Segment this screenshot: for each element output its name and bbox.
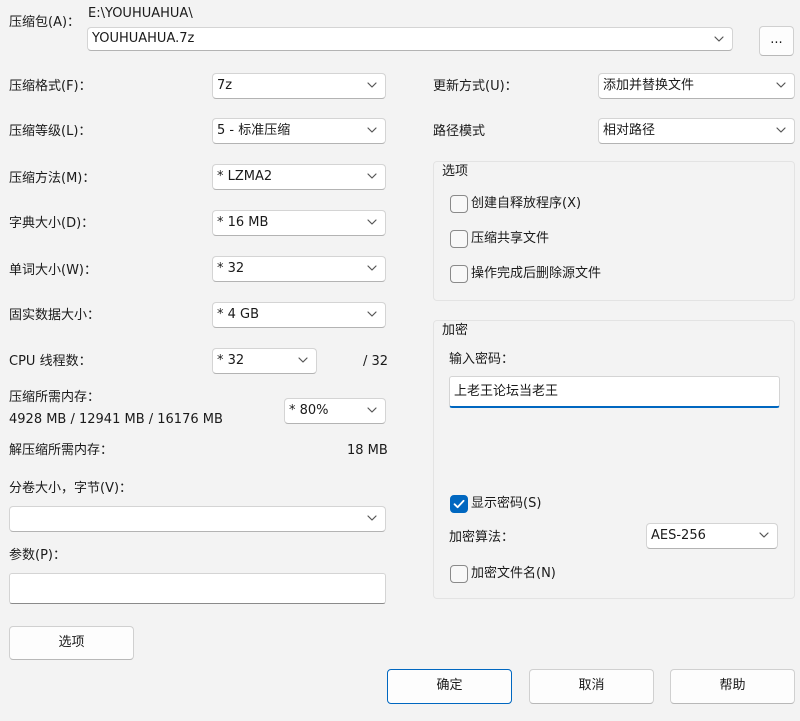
chevron-down-icon[interactable] xyxy=(367,82,377,88)
checkmark-icon xyxy=(453,499,465,509)
chevron-down-icon[interactable] xyxy=(367,311,377,317)
password-label: 输入密码： xyxy=(449,352,515,367)
method-value: * LZMA2 xyxy=(217,169,273,184)
params-label: 参数(P)： xyxy=(9,548,66,563)
solid-label: 固实数据大小： xyxy=(9,308,101,323)
encryption-method-value: AES-256 xyxy=(651,528,706,543)
params-input[interactable] xyxy=(9,573,386,604)
show-password-label: 显示密码(S) xyxy=(471,496,542,511)
dict-label: 字典大小(D)： xyxy=(9,216,95,231)
threads-combo[interactable]: * 32 xyxy=(212,348,317,374)
dict-value: * 16 MB xyxy=(217,215,269,230)
method-label: 压缩方法(M)： xyxy=(9,171,96,186)
word-value: * 32 xyxy=(217,261,245,276)
chevron-down-icon[interactable] xyxy=(367,265,377,271)
threads-label: CPU 线程数： xyxy=(9,354,92,369)
level-value: 5 - 标准压缩 xyxy=(217,123,291,138)
encryption-method-combo[interactable]: AES-256 xyxy=(646,523,778,549)
word-label: 单词大小(W)： xyxy=(9,263,97,278)
threads-max: / 32 xyxy=(363,354,389,369)
format-value: 7z xyxy=(217,78,233,93)
update-mode-label: 更新方式(U)： xyxy=(433,79,518,94)
archive-filename-combo[interactable]: YOUHUAHUA.7z xyxy=(87,27,733,51)
memory-label: 压缩所需内存： xyxy=(9,390,101,405)
chevron-down-icon[interactable] xyxy=(367,127,377,133)
word-combo[interactable]: * 32 xyxy=(212,256,386,282)
sfx-label: 创建自释放程序(X) xyxy=(471,196,582,211)
solid-combo[interactable]: * 4 GB xyxy=(212,302,386,328)
chevron-down-icon[interactable] xyxy=(367,515,377,521)
shared-files-checkbox[interactable] xyxy=(450,230,468,248)
format-label: 压缩格式(F)： xyxy=(9,79,92,94)
chevron-down-icon[interactable] xyxy=(714,36,724,42)
archive-label: 压缩包(A)： xyxy=(9,15,81,30)
update-mode-value: 添加并替换文件 xyxy=(603,78,695,93)
options-button[interactable]: 选项 xyxy=(9,626,134,660)
path-mode-label: 路径模式 xyxy=(433,124,486,139)
memory-value: * 80% xyxy=(289,403,329,418)
cancel-button[interactable]: 取消 xyxy=(529,669,654,704)
browse-button[interactable]: ... xyxy=(759,26,794,56)
delete-after-label: 操作完成后删除源文件 xyxy=(471,266,602,281)
chevron-down-icon[interactable] xyxy=(759,532,769,538)
path-mode-value: 相对路径 xyxy=(603,123,656,138)
options-group: 选项 创建自释放程序(X) 压缩共享文件 操作完成后删除源文件 xyxy=(433,161,795,301)
encryption-group-title: 加密 xyxy=(442,323,469,338)
threads-value: * 32 xyxy=(217,353,245,368)
chevron-down-icon[interactable] xyxy=(776,82,786,88)
shared-files-label: 压缩共享文件 xyxy=(471,231,550,246)
options-group-title: 选项 xyxy=(442,164,469,179)
encryption-method-label: 加密算法： xyxy=(449,530,515,545)
encrypt-names-checkbox[interactable] xyxy=(450,565,468,583)
archive-filename[interactable]: YOUHUAHUA.7z xyxy=(92,28,194,50)
sfx-checkbox[interactable] xyxy=(450,195,468,213)
format-combo[interactable]: 7z xyxy=(212,73,386,99)
chevron-down-icon[interactable] xyxy=(776,127,786,133)
solid-value: * 4 GB xyxy=(217,307,260,322)
chevron-down-icon[interactable] xyxy=(367,173,377,179)
memory-detail: 4928 MB / 12941 MB / 16176 MB xyxy=(9,412,223,427)
show-password-checkbox[interactable] xyxy=(450,495,468,513)
level-label: 压缩等级(L)： xyxy=(9,124,92,139)
help-button[interactable]: 帮助 xyxy=(670,669,795,704)
decompress-memory-value: 18 MB xyxy=(347,443,388,458)
path-mode-combo[interactable]: 相对路径 xyxy=(598,118,795,144)
archive-path: E:\YOUHUAHUA\ xyxy=(88,6,193,21)
chevron-down-icon[interactable] xyxy=(367,219,377,225)
chevron-down-icon[interactable] xyxy=(298,357,308,363)
decompress-memory-label: 解压缩所需内存： xyxy=(9,443,114,458)
volume-combo[interactable] xyxy=(9,506,386,532)
encrypt-names-label: 加密文件名(N) xyxy=(471,566,556,581)
chevron-down-icon[interactable] xyxy=(367,407,377,413)
level-combo[interactable]: 5 - 标准压缩 xyxy=(212,118,386,144)
delete-after-checkbox[interactable] xyxy=(450,265,468,283)
volume-label: 分卷大小，字节(V)： xyxy=(9,481,133,496)
password-input[interactable]: 上老王论坛当老王 xyxy=(449,376,780,408)
update-mode-combo[interactable]: 添加并替换文件 xyxy=(598,73,795,99)
dict-combo[interactable]: * 16 MB xyxy=(212,210,386,236)
encryption-group: 加密 输入密码： 上老王论坛当老王 显示密码(S) 加密算法： AES-256 … xyxy=(433,320,795,599)
ok-button[interactable]: 确定 xyxy=(387,669,512,704)
method-combo[interactable]: * LZMA2 xyxy=(212,164,386,190)
memory-combo[interactable]: * 80% xyxy=(284,398,386,424)
